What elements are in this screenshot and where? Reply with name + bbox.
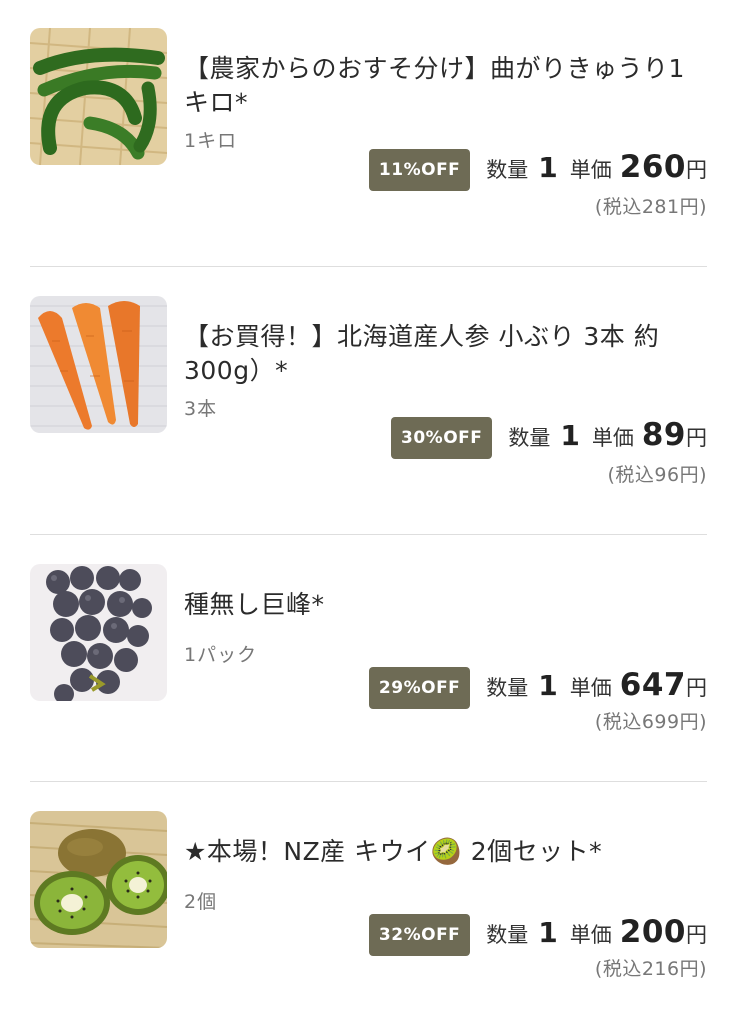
quantity-label: 数量 — [486, 923, 529, 947]
unit-price-label: 単価 — [591, 426, 634, 450]
product-unit: 2個 — [184, 891, 218, 913]
unit-price-label: 単価 — [569, 923, 612, 947]
product-unit: 3本 — [184, 398, 218, 420]
price-row: 29%OFF 数量 1 単価 647 円 — [368, 667, 707, 709]
price-row: 30%OFF 数量 1 単価 89 円 — [391, 417, 707, 459]
quantity-label: 数量 — [486, 158, 529, 182]
yen-suffix: 円 — [686, 923, 707, 947]
product-image-grapes[interactable] — [30, 564, 167, 701]
list-item[interactable]: 【お買得！】北海道産人参 小ぶり 3本 約300g）* 3本 30%OFF 数量… — [30, 296, 707, 496]
product-title[interactable]: 【お買得！】北海道産人参 小ぶり 3本 約300g）* — [184, 320, 709, 388]
quantity-label: 数量 — [508, 426, 551, 450]
discount-badge: 11%OFF — [368, 149, 471, 191]
yen-suffix: 円 — [686, 676, 707, 700]
unit-price: 89 — [641, 417, 686, 453]
yen-suffix: 円 — [686, 158, 707, 182]
product-unit: 1パック — [184, 644, 258, 666]
quantity-label: 数量 — [486, 676, 529, 700]
yen-suffix: 円 — [686, 426, 707, 450]
divider — [30, 781, 707, 782]
product-title[interactable]: 【農家からのおすそ分け】曲がりきゅうり1キロ* — [184, 52, 709, 120]
discount-badge: 32%OFF — [368, 914, 471, 956]
list-item[interactable]: 種無し巨峰* 1パック 29%OFF 数量 1 単価 647 円 (税込699円… — [30, 564, 707, 744]
unit-price: 260 — [619, 149, 686, 185]
quantity-value[interactable]: 1 — [560, 419, 579, 452]
divider — [30, 534, 707, 535]
price-row: 32%OFF 数量 1 単価 200 円 — [368, 914, 707, 956]
product-image-kiwi[interactable] — [30, 811, 167, 948]
list-item[interactable]: ★本場！NZ産 キウイ🥝 2個セット* 2個 32%OFF 数量 1 単価 20… — [30, 811, 707, 991]
quantity-value[interactable]: 1 — [538, 669, 557, 702]
product-title[interactable]: 種無し巨峰* — [184, 588, 709, 622]
tax-included-price: (税込216円) — [594, 958, 707, 980]
discount-badge: 30%OFF — [391, 417, 493, 459]
tax-included-price: (税込281円) — [594, 196, 707, 218]
product-image-cucumber[interactable] — [30, 28, 167, 165]
product-unit: 1キロ — [184, 130, 238, 152]
unit-price-label: 単価 — [569, 158, 612, 182]
price-row: 11%OFF 数量 1 単価 260 円 — [368, 149, 707, 191]
unit-price-label: 単価 — [569, 676, 612, 700]
list-item[interactable]: 【農家からのおすそ分け】曲がりきゅうり1キロ* 1キロ 11%OFF 数量 1 … — [30, 28, 707, 228]
divider — [30, 266, 707, 267]
unit-price: 200 — [619, 914, 686, 950]
discount-badge: 29%OFF — [368, 667, 471, 709]
tax-included-price: (税込96円) — [607, 464, 707, 486]
quantity-value[interactable]: 1 — [538, 916, 557, 949]
tax-included-price: (税込699円) — [594, 711, 707, 733]
product-image-carrot[interactable] — [30, 296, 167, 433]
product-title[interactable]: ★本場！NZ産 キウイ🥝 2個セット* — [184, 835, 709, 869]
quantity-value[interactable]: 1 — [538, 151, 557, 184]
unit-price: 647 — [619, 667, 686, 703]
